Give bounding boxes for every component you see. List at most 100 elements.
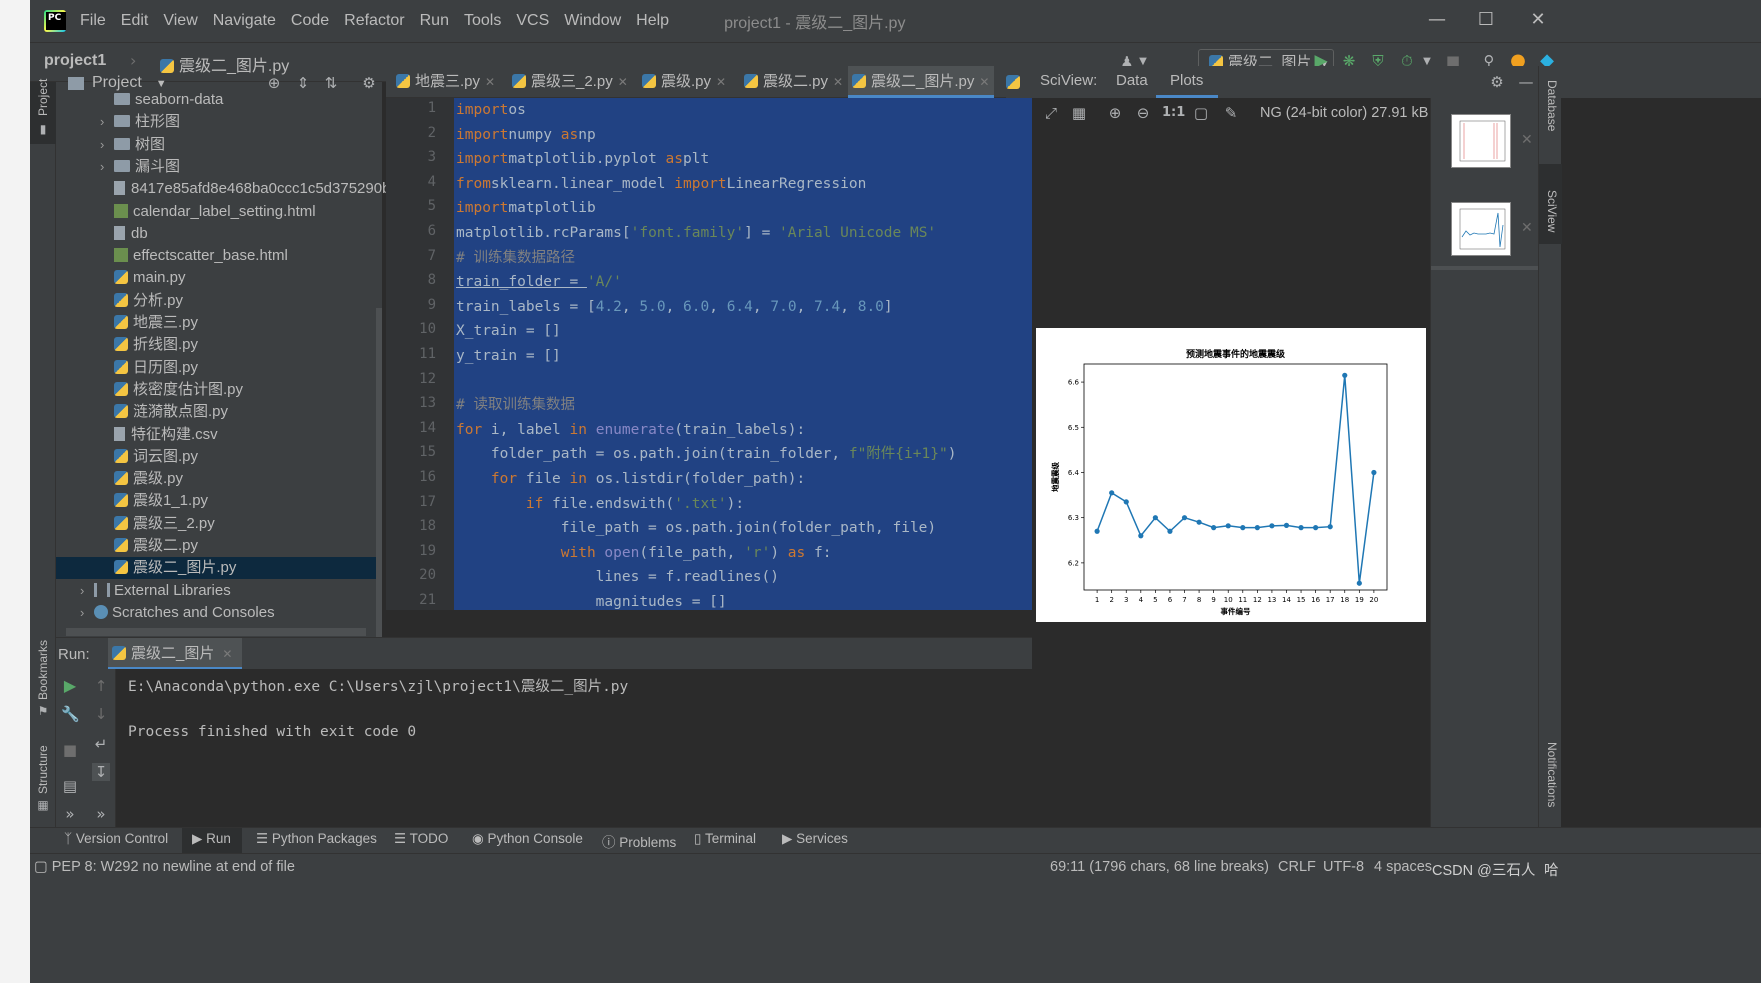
close-tab-icon[interactable]: ✕ (618, 75, 628, 89)
menu-vcs[interactable]: VCS (516, 12, 549, 30)
tree-file[interactable]: 震级三_2.py (100, 513, 215, 535)
tree-file[interactable]: 词云图.py (100, 446, 198, 468)
plot-thumbnail-1[interactable] (1451, 114, 1511, 168)
zoom-in-icon[interactable]: ⊕ (1106, 104, 1124, 122)
thumbnail-scrollbar[interactable] (1431, 266, 1543, 270)
tree-file[interactable]: › Scratches and Consoles (80, 602, 275, 624)
minimize-icon[interactable]: — (1423, 8, 1451, 32)
scroll-to-end-icon[interactable]: ↧ (92, 763, 110, 781)
close-window-icon[interactable]: ✕ (1524, 8, 1552, 32)
tree-file[interactable]: 特征构建.csv (100, 424, 218, 446)
color-picker-icon[interactable]: ✎ (1222, 104, 1240, 122)
stop-icon[interactable]: ■ (61, 741, 79, 759)
layout-icon[interactable]: ▤ (61, 777, 79, 795)
bookmarks-tool-label[interactable]: Bookmarks (36, 640, 50, 700)
tree-file[interactable]: › External Libraries (80, 580, 231, 602)
tree-file[interactable]: 涟漪散点图.py (100, 401, 228, 423)
collapse-all-icon[interactable]: ⇅ (322, 74, 340, 92)
actual-size-button[interactable]: 1:1 (1162, 105, 1185, 120)
problems-tool[interactable]: ⓘ Problems (602, 831, 676, 851)
tree-file[interactable]: effectscatter_base.html (100, 245, 288, 267)
run-console[interactable]: E:\Anaconda\python.exe C:\Users\zjl\proj… (116, 669, 1032, 827)
menu-tools[interactable]: Tools (464, 12, 501, 30)
menu-refactor[interactable]: Refactor (344, 12, 404, 30)
expand-all-icon[interactable]: ⇕ (294, 74, 312, 92)
tree-hscrollbar[interactable] (66, 628, 366, 636)
close-thumbnail-icon[interactable]: ✕ (1521, 132, 1533, 148)
tree-file[interactable]: 8417e85afd8e468ba0ccc1c5d375290b.p (100, 178, 403, 200)
run-tool[interactable]: ▶ Run (192, 831, 231, 847)
editor-tab[interactable]: 震级.py ✕ (638, 66, 736, 98)
tree-file[interactable]: 震级二.py (100, 535, 198, 557)
soft-wrap-icon[interactable]: ↵ (92, 735, 110, 753)
tab-data[interactable]: Data (1116, 72, 1148, 89)
tree-file[interactable]: main.py (100, 267, 186, 289)
close-tab-icon[interactable]: ✕ (833, 75, 843, 89)
tree-file[interactable]: 折线图.py (100, 334, 198, 356)
tree-file[interactable]: 震级.py (100, 468, 183, 490)
tree-folder[interactable]: seaborn-data (100, 89, 223, 111)
todo-tool[interactable]: ☰ TODO (394, 831, 448, 847)
chevron-right-icon[interactable]: › (100, 156, 114, 178)
chevron-right-icon[interactable]: › (100, 111, 114, 133)
tree-file[interactable]: calendar_label_setting.html (100, 201, 316, 223)
terminal-tool[interactable]: ▯ Terminal (694, 831, 756, 847)
indent-setting[interactable]: 4 spaces (1374, 859, 1432, 875)
menu-file[interactable]: File (80, 12, 106, 30)
cursor-position[interactable]: 69:11 (1796 chars, 68 line breaks) (1050, 859, 1269, 875)
menu-run[interactable]: Run (420, 12, 449, 30)
close-tab-icon[interactable]: ✕ (485, 75, 495, 89)
scroll-up-icon[interactable]: ↑ (92, 677, 110, 695)
close-tab-icon[interactable]: ✕ (716, 75, 726, 89)
file-encoding[interactable]: UTF-8 (1323, 859, 1364, 875)
notifications-tool-label[interactable]: Notifications (1545, 742, 1559, 807)
tree-file[interactable]: 日历图.py (100, 357, 198, 379)
locate-icon[interactable]: ⊕ (265, 74, 283, 92)
tree-file[interactable]: 地震三.py (100, 312, 198, 334)
tree-folder[interactable]: › 漏斗图 (100, 156, 180, 178)
sciview-tool-label[interactable]: SciView (1545, 190, 1559, 232)
tree-scrollbar[interactable] (376, 308, 382, 637)
code-editor[interactable]: importos importnumpy asnp importmatplotlib… (454, 98, 1032, 610)
editor-tab[interactable]: 震级二.py ✕ (740, 66, 844, 98)
line-separator[interactable]: CRLF (1278, 859, 1316, 875)
python-console-tool[interactable]: ◉ Python Console (472, 831, 583, 847)
tree-file[interactable]: 核密度估计图.py (100, 379, 243, 401)
rerun-icon[interactable]: ▶ (61, 677, 79, 695)
more-icon[interactable]: » (92, 805, 110, 823)
project-tool-label[interactable]: Project (36, 79, 50, 116)
tree-file[interactable]: db (100, 223, 148, 245)
maximize-icon[interactable]: ☐ (1472, 8, 1500, 32)
version-control-tool[interactable]: ᛉ Version Control (64, 831, 168, 846)
tab-plots[interactable]: Plots (1170, 72, 1203, 89)
breadcrumb-file[interactable]: 震级二_图片.py (160, 52, 289, 76)
menu-code[interactable]: Code (291, 12, 329, 30)
more-tabs-icon[interactable] (1006, 66, 1032, 98)
menu-help[interactable]: Help (636, 12, 669, 30)
editor-tab[interactable]: 震级三_2.py ✕ (508, 66, 634, 98)
python-packages-tool[interactable]: ☰ Python Packages (256, 831, 377, 847)
tree-folder[interactable]: › 树图 (100, 134, 165, 156)
close-tab-icon[interactable]: ✕ (222, 647, 232, 661)
tree-file[interactable]: 震级1_1.py (100, 490, 208, 512)
zoom-out-icon[interactable]: ⊖ (1134, 104, 1152, 122)
scroll-down-icon[interactable]: ↓ (92, 705, 110, 723)
chevron-right-icon[interactable]: › (100, 134, 114, 156)
breadcrumb-project[interactable]: project1 (44, 52, 106, 70)
fit-screen-icon[interactable]: ⤢ (1042, 104, 1060, 122)
editor-horizontal-scroll[interactable] (386, 610, 1032, 636)
status-message[interactable]: ▢ PEP 8: W292 no newline at end of file (34, 859, 295, 875)
close-thumbnail-icon[interactable]: ✕ (1521, 220, 1533, 236)
wrench-icon[interactable]: 🔧 (61, 705, 80, 723)
structure-tool-label[interactable]: Structure (36, 745, 50, 794)
menu-edit[interactable]: Edit (121, 12, 149, 30)
editor-tab[interactable]: 地震三.py ✕ (392, 66, 504, 98)
close-tab-icon[interactable]: ✕ (979, 75, 989, 89)
grid-icon[interactable]: ▦ (1070, 104, 1088, 122)
editor-tab[interactable]: 震级二_图片.py ✕ (848, 66, 994, 98)
database-tool-label[interactable]: Database (1545, 80, 1559, 131)
tree-file[interactable]: 震级二_图片.py (56, 557, 382, 580)
tree-folder[interactable]: › 柱形图 (100, 111, 180, 133)
menu-navigate[interactable]: Navigate (213, 12, 276, 30)
menu-view[interactable]: View (163, 12, 197, 30)
